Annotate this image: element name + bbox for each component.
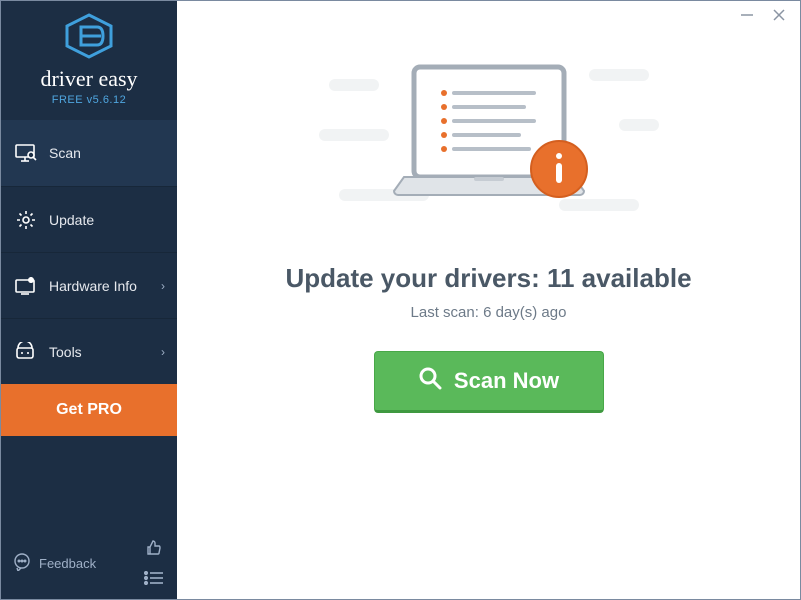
get-pro-button[interactable]: Get PRO [1, 384, 177, 436]
chat-icon [13, 553, 31, 574]
feedback-button[interactable]: Feedback [13, 553, 96, 574]
sidebar-item-scan[interactable]: Scan [1, 120, 177, 186]
sidebar-item-label: Tools [49, 344, 82, 360]
svg-text:i: i [30, 278, 31, 284]
sidebar-item-label: Scan [49, 145, 81, 161]
window-controls [738, 1, 800, 29]
footer-icons [143, 537, 165, 589]
close-button[interactable] [770, 6, 788, 24]
chevron-right-icon: › [161, 279, 165, 293]
nav: Scan Update i [1, 120, 177, 384]
sidebar: driver easy FREE v5.6.12 Scan [1, 1, 177, 599]
brand-name: driver easy [1, 68, 177, 90]
headline: Update your drivers: 11 available [285, 263, 691, 294]
hardware-info-icon: i [15, 275, 37, 297]
laptop-illustration [319, 49, 659, 239]
monitor-search-icon [15, 142, 37, 164]
brand: driver easy FREE v5.6.12 [1, 1, 177, 120]
get-pro-label: Get PRO [56, 401, 122, 419]
sidebar-item-tools[interactable]: Tools › [1, 318, 177, 384]
laptop-icon [374, 59, 604, 229]
main-panel: Update your drivers: 11 available Last s… [177, 1, 800, 599]
brand-version: FREE v5.6.12 [1, 94, 177, 106]
sidebar-item-hardware[interactable]: i Hardware Info › [1, 252, 177, 318]
scan-now-label: Scan Now [454, 368, 559, 394]
sidebar-item-label: Hardware Info [49, 278, 137, 294]
feedback-label: Feedback [39, 556, 96, 571]
tools-icon [15, 341, 37, 363]
sidebar-item-label: Update [49, 212, 94, 228]
search-icon [418, 366, 442, 396]
chevron-right-icon: › [161, 345, 165, 359]
minimize-button[interactable] [738, 6, 756, 24]
sidebar-footer: Feedback [1, 527, 177, 599]
app-logo-icon [1, 13, 177, 64]
list-icon[interactable] [143, 567, 165, 589]
scan-now-button[interactable]: Scan Now [374, 351, 604, 413]
sidebar-item-update[interactable]: Update [1, 186, 177, 252]
subhead: Last scan: 6 day(s) ago [411, 304, 567, 321]
gear-icon [15, 209, 37, 231]
thumbs-up-icon[interactable] [143, 537, 165, 559]
app-window: driver easy FREE v5.6.12 Scan [0, 0, 801, 600]
